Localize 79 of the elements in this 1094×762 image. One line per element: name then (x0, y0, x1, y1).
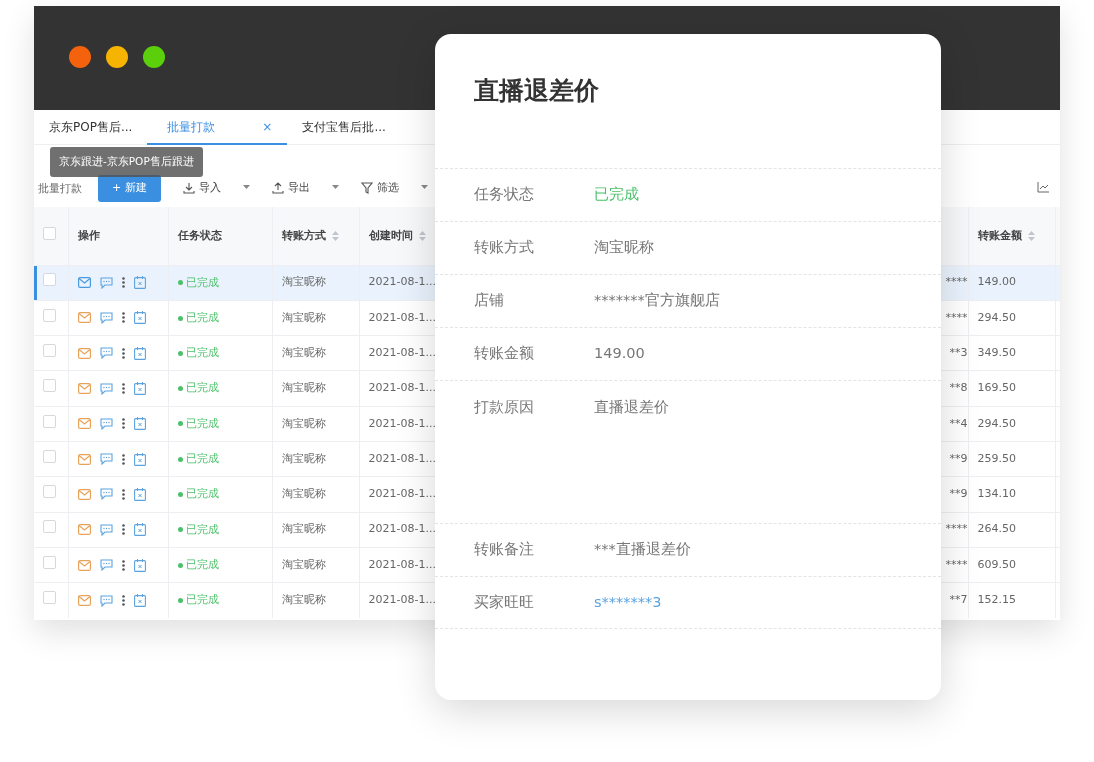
table-cell: 2021-08-1... (368, 522, 436, 536)
table-cell: 淘宝昵称 (281, 381, 326, 395)
status-text: 已完成 (177, 415, 219, 433)
table-cell: **7 (949, 593, 968, 607)
table-cell: **4 (949, 416, 968, 430)
table-cell: 淘宝昵称 (281, 487, 326, 501)
status-text: 已完成 (177, 592, 219, 609)
table-cell: **** (945, 310, 968, 324)
field-value: 直播退差价 (594, 398, 669, 417)
table-cell: **3 (949, 346, 968, 359)
close-icon[interactable]: × (262, 117, 273, 136)
table-cell: 264.50 (977, 522, 1016, 536)
table-cell: 淘宝昵称 (281, 275, 326, 289)
table-cell: 2021-08-1... (368, 451, 436, 465)
table-cell: **9 (949, 451, 968, 465)
status-text: 已完成 (177, 309, 219, 327)
toolbar-button[interactable]: 导出 (271, 175, 310, 202)
table-cell: 淘宝昵称 (281, 557, 326, 571)
view-select[interactable]: 批量打款 (38, 175, 82, 198)
column-header: 创建时间 (368, 228, 413, 242)
table-cell: 2021-08-1... (368, 416, 436, 430)
table-cell: 259.50 (977, 451, 1016, 465)
table-cell: 淘宝昵称 (281, 451, 326, 465)
tab[interactable]: 支付宝售后批... (287, 110, 401, 145)
table-cell: 2021-08-1... (368, 593, 436, 607)
field-label: 店铺 (474, 291, 505, 311)
table-cell: **** (945, 275, 968, 289)
new-button[interactable]: + 新建 (98, 175, 161, 202)
table-cell: 2021-08-1... (368, 275, 436, 289)
status-text: 已完成 (177, 451, 219, 468)
column-header: 操作 (77, 228, 100, 242)
table-cell: 134.10 (977, 487, 1016, 501)
field-value: 淘宝昵称 (594, 238, 654, 258)
field-label: 任务状态 (474, 185, 535, 205)
field-value: 149.00 (594, 344, 645, 364)
status-text: 已完成 (177, 274, 219, 291)
table-cell: 169.50 (977, 381, 1016, 395)
field-label: 买家旺旺 (474, 592, 535, 612)
table-cell: 294.50 (977, 310, 1016, 324)
table-cell: 149.00 (977, 275, 1016, 289)
table-cell: 152.15 (977, 593, 1016, 607)
table-cell: **** (945, 557, 968, 571)
column-header: 转账方式 (281, 228, 326, 242)
status-text: 已完成 (177, 521, 219, 539)
field-label: 转账备注 (474, 540, 535, 560)
table-cell: 淘宝昵称 (281, 593, 326, 607)
table-cell: **8 (949, 381, 968, 395)
table-cell: 2021-08-1... (368, 487, 436, 501)
field-value: ***直播退差价 (594, 540, 691, 560)
table-cell: **** (945, 522, 968, 536)
column-header: 任务状态 (177, 228, 222, 242)
field-label: 打款原因 (474, 398, 535, 417)
table-cell: 淘宝昵称 (281, 522, 326, 536)
table-cell: 淘宝昵称 (281, 310, 326, 324)
toolbar-button[interactable]: 导入 (182, 175, 221, 202)
field-label: 转账金额 (474, 344, 535, 364)
table-cell: **9 (949, 487, 968, 501)
table-cell: 2021-08-1... (368, 346, 436, 359)
table-cell: 294.50 (977, 416, 1016, 430)
table-cell: 2021-08-1... (368, 557, 436, 571)
table-cell: 609.50 (977, 557, 1016, 571)
field-label: 转账方式 (474, 238, 535, 258)
tooltip: 京东跟进-京东POP售后跟进 (50, 147, 203, 177)
toolbar-button[interactable]: 筛选 (360, 175, 399, 202)
field-value: *******官方旗舰店 (594, 291, 720, 311)
field-value: 已完成 (594, 185, 639, 205)
table-cell: 2021-08-1... (368, 310, 436, 324)
table-cell: 淘宝昵称 (281, 416, 326, 430)
status-text: 已完成 (177, 345, 219, 362)
status-text: 已完成 (177, 380, 219, 397)
table-cell: 349.50 (977, 346, 1016, 359)
table-cell: 2021-08-1... (368, 381, 436, 395)
tab[interactable]: 批量打款 × (147, 110, 288, 145)
card-title: 直播退差价 (474, 76, 599, 105)
column-header: 转账金额 (977, 228, 1022, 242)
status-text: 已完成 (177, 486, 219, 503)
table-cell: 淘宝昵称 (281, 346, 326, 359)
tab[interactable]: 京东POP售后... (34, 110, 148, 145)
status-text: 已完成 (177, 556, 219, 574)
